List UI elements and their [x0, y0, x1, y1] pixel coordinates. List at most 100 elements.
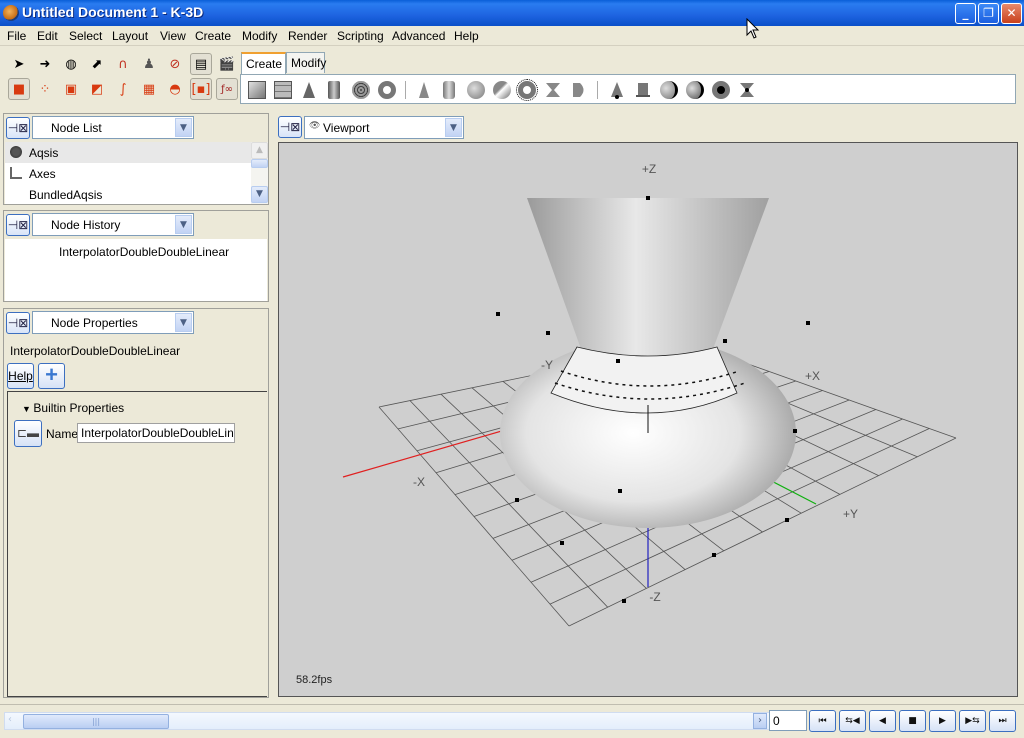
pin-button[interactable]: ⊣⊠ [6, 214, 30, 236]
quadric-hyperboloid-icon[interactable] [544, 81, 562, 99]
play-reverse-button[interactable]: ◀ [869, 710, 896, 732]
menu-create[interactable]: Create [195, 29, 231, 43]
unparent-icon[interactable]: ⊘ [164, 53, 186, 75]
panel-type-combo[interactable]: Node List ▼ [32, 116, 194, 139]
poly-disk-icon[interactable] [352, 81, 370, 99]
nurbs-hyperboloid-icon[interactable] [738, 81, 756, 99]
panel-type-combo[interactable]: Node Properties ▼ [32, 311, 194, 334]
menu-file[interactable]: File [7, 29, 26, 43]
scroll-left-icon[interactable]: ‹ [8, 714, 12, 725]
control-point[interactable] [723, 339, 727, 343]
control-point[interactable] [806, 321, 810, 325]
chevron-down-icon[interactable]: ▼ [175, 313, 192, 332]
snap-magnet-icon[interactable]: ∩ [112, 53, 134, 75]
timeline-scrollbar[interactable]: ‹ ||| [4, 712, 770, 730]
quadric-disk-icon[interactable] [570, 81, 588, 99]
chevron-down-icon[interactable]: ▼ [445, 118, 462, 137]
play-reverse-loop-button[interactable]: ⇆◀ [839, 710, 866, 732]
control-point[interactable] [646, 196, 650, 200]
menu-help[interactable]: Help [454, 29, 479, 43]
stop-button[interactable]: ■ [899, 710, 926, 732]
control-point[interactable] [785, 518, 789, 522]
select-edge-icon[interactable]: ▣ [60, 78, 82, 100]
pin-button[interactable]: ⊣⊠ [6, 312, 30, 334]
poly-cylinder-icon[interactable] [328, 81, 340, 99]
frame-selection-icon[interactable]: [▪] [190, 78, 212, 100]
tab-modify[interactable]: Modify [286, 52, 326, 73]
nurbs-sphere-icon[interactable] [660, 81, 678, 99]
control-point[interactable] [793, 429, 797, 433]
control-point[interactable] [622, 599, 626, 603]
chevron-down-icon[interactable]: ▼ [175, 215, 192, 234]
node-list-scrollbar[interactable]: ▲ ▼ [251, 142, 268, 204]
list-item[interactable]: BundledAqsis [5, 184, 252, 205]
pin-button[interactable]: ⊣⊠ [278, 116, 302, 138]
list-item[interactable]: Axes [5, 163, 252, 184]
restore-button[interactable]: ❐ [978, 3, 999, 24]
minimize-button[interactable]: _ [955, 3, 976, 24]
nurbs-cone-icon[interactable] [608, 81, 626, 99]
nurbs-torus-icon[interactable] [712, 81, 730, 99]
quadric-cylinder-icon[interactable] [443, 81, 455, 99]
menu-select[interactable]: Select [69, 29, 102, 43]
move-icon[interactable]: ➜ [34, 53, 56, 75]
script-function-icon[interactable]: ƒ∞ [216, 78, 238, 100]
control-point[interactable] [560, 541, 564, 545]
select-node-icon[interactable]: ■ [8, 78, 30, 100]
menu-render[interactable]: Render [288, 29, 327, 43]
control-point[interactable] [496, 312, 500, 316]
play-button[interactable]: ▶ [929, 710, 956, 732]
select-curve-icon[interactable]: ∫ [112, 78, 134, 100]
poly-cube-icon[interactable] [248, 81, 266, 99]
render-animation-icon[interactable]: 🎬 [216, 53, 238, 75]
timeline-scroll-thumb[interactable]: ||| [23, 714, 169, 729]
3d-viewport[interactable]: +Z -Z +X -X +Y -Y 58.2fps [278, 142, 1018, 697]
panel-type-combo[interactable]: Node History ▼ [32, 213, 194, 236]
add-property-button[interactable]: + [38, 363, 65, 389]
quadric-torus-icon[interactable] [516, 79, 538, 101]
select-point-icon[interactable]: ⁘ [34, 78, 56, 100]
panel-type-combo[interactable]: 👁 Viewport ▼ [304, 116, 464, 139]
poly-torus-icon[interactable] [378, 81, 396, 99]
control-point[interactable] [712, 553, 716, 557]
select-uniform-icon[interactable]: ◓ [164, 78, 186, 100]
menu-edit[interactable]: Edit [37, 29, 58, 43]
list-item[interactable]: Aqsis [5, 142, 252, 163]
control-point[interactable] [546, 331, 550, 335]
first-frame-button[interactable]: ⏮ [809, 710, 836, 732]
close-button[interactable]: ✕ [1001, 3, 1022, 24]
menu-modify[interactable]: Modify [242, 29, 277, 43]
scroll-thumb[interactable] [251, 159, 268, 168]
scroll-up-button[interactable]: ▲ [251, 142, 268, 159]
quadric-paraboloid-icon[interactable] [493, 81, 511, 99]
select-arrow-icon[interactable]: ➤ [8, 53, 30, 75]
quadric-cone-icon[interactable] [415, 81, 433, 99]
menu-scripting[interactable]: Scripting [337, 29, 384, 43]
render-preview-icon[interactable]: ▤ [190, 53, 212, 75]
menu-layout[interactable]: Layout [112, 29, 148, 43]
control-point[interactable] [616, 359, 620, 363]
scale-icon[interactable]: ⬈ [86, 53, 108, 75]
select-patch-icon[interactable]: ▦ [138, 78, 160, 100]
pin-button[interactable]: ⊣⊠ [6, 117, 30, 139]
play-loop-button[interactable]: ▶⇆ [959, 710, 986, 732]
rotate-icon[interactable]: ◍ [60, 53, 82, 75]
builtin-properties-expander[interactable]: ▼ Builtin Properties [22, 401, 124, 415]
scroll-right-button[interactable]: › [753, 713, 767, 729]
menu-view[interactable]: View [160, 29, 186, 43]
control-point[interactable] [515, 498, 519, 502]
select-face-icon[interactable]: ◩ [86, 78, 108, 100]
quadric-sphere-icon[interactable] [467, 81, 485, 99]
parent-icon[interactable]: ♟ [138, 53, 160, 75]
chevron-down-icon[interactable]: ▼ [175, 118, 192, 137]
menu-advanced[interactable]: Advanced [392, 29, 445, 43]
name-field[interactable] [77, 423, 235, 443]
connect-plug-button[interactable]: ⊏▬ [14, 420, 42, 447]
help-button[interactable]: Help [7, 363, 34, 389]
current-frame-input[interactable] [769, 710, 807, 731]
tab-create[interactable]: Create [241, 52, 286, 74]
last-frame-button[interactable]: ⏭ [989, 710, 1016, 732]
poly-grid-icon[interactable] [274, 81, 292, 99]
scroll-down-button[interactable]: ▼ [251, 186, 268, 203]
control-point[interactable] [618, 489, 622, 493]
